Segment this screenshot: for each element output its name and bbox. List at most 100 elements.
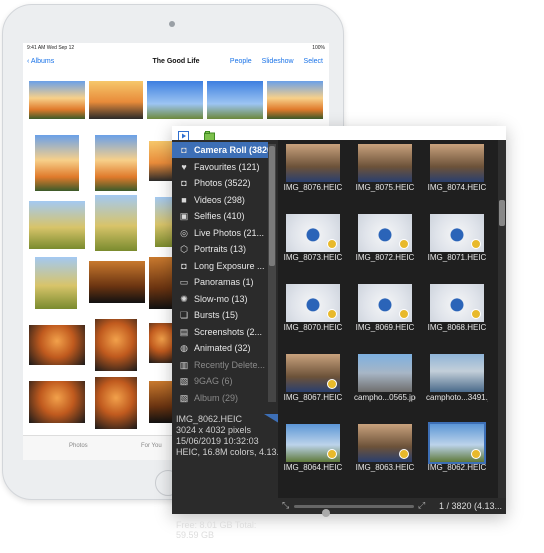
- zoom-slider[interactable]: [294, 505, 414, 517]
- thumbnail-item[interactable]: IMG_8075.HEIC: [354, 142, 416, 194]
- bottom-status-bar: ⤡ ⤢ 1 / 3820 (4.13...: [278, 498, 506, 517]
- thumbnail-caption: IMG_8062.HEIC: [427, 463, 487, 472]
- sidebar-item[interactable]: ◎ Live Photos (21...: [172, 225, 268, 241]
- album-icon: ▧: [179, 392, 189, 403]
- photo-thumbnail[interactable]: [147, 81, 203, 119]
- thumbnail-item[interactable]: IMG_8073.HEIC: [282, 212, 344, 264]
- sidebar-item[interactable]: ❏ Bursts (15): [172, 307, 268, 323]
- sidebar-item-label: Selfies (410): [194, 211, 245, 221]
- photo-thumbnail[interactable]: [89, 261, 145, 303]
- sidebar-item[interactable]: ✺ Slow-mo (13): [172, 291, 268, 307]
- photo-thumbnail[interactable]: [29, 201, 85, 249]
- sidebar-item-label: Videos (298): [194, 194, 245, 205]
- thumbnail-item[interactable]: IMG_8070.HEIC: [282, 282, 344, 334]
- people-button[interactable]: People: [230, 58, 252, 65]
- thumbnail-image[interactable]: [286, 424, 340, 462]
- photo-thumbnail[interactable]: [35, 257, 77, 309]
- thumbnail-item[interactable]: IMG_8072.HEIC: [354, 212, 416, 264]
- thumbnail-caption: IMG_8075.HEIC: [355, 183, 415, 192]
- camera-icon: ◘: [181, 145, 187, 155]
- sidebar-item[interactable]: ▧ Album (29): [172, 390, 268, 406]
- sidebar-scrollbar[interactable]: [268, 144, 276, 402]
- photo-thumbnail[interactable]: [35, 135, 79, 191]
- thumbnail-item[interactable]: campho...0565.jpg: [354, 352, 416, 404]
- thumbnail-image[interactable]: [430, 354, 484, 392]
- thumbnail-image[interactable]: [286, 144, 340, 182]
- album-sidebar: ◘ Camera Roll (3820) ♥ Favourites (121) ◘ Pho…: [172, 140, 282, 540]
- thumbnail-item[interactable]: IMG_8074.HEIC: [426, 142, 488, 194]
- thumbnail-image[interactable]: [358, 284, 412, 322]
- disk-free-status: Free: 8.01 GB Total: 59.59 GB: [176, 520, 257, 540]
- thumbnail-item[interactable]: IMG_8063.HEIC: [354, 422, 416, 474]
- photo-thumbnail[interactable]: [267, 81, 323, 119]
- select-button[interactable]: Select: [304, 58, 323, 65]
- photos-nav-bar: ‹ Albums The Good Life People Slideshow …: [23, 53, 329, 71]
- thumbnail-image[interactable]: [358, 354, 412, 392]
- thumbnail-item[interactable]: IMG_8062.HEIC: [426, 422, 488, 474]
- photo-thumbnail[interactable]: [207, 81, 263, 119]
- thumbnail-image[interactable]: [358, 214, 412, 252]
- sidebar-item-label: Album (29): [194, 392, 239, 403]
- thumbnail-item[interactable]: IMG_8068.HEIC: [426, 282, 488, 334]
- sidebar-item[interactable]: ♥ Favourites (121): [172, 159, 268, 175]
- sidebar-item[interactable]: ▣ Selfies (410): [172, 208, 268, 224]
- thumbnail-image[interactable]: [430, 214, 484, 252]
- zoom-in-icon[interactable]: ⤢: [418, 500, 425, 511]
- photo-thumbnail[interactable]: [89, 81, 143, 119]
- photo-thumbnail[interactable]: [29, 325, 85, 365]
- thumbnail-item[interactable]: camphoto...3491.jpg: [426, 352, 488, 404]
- animated-icon: ◍: [180, 343, 188, 353]
- photo-thumbnail[interactable]: [95, 319, 137, 371]
- slideshow-button[interactable]: Slideshow: [262, 58, 294, 65]
- photo-thumbnail[interactable]: [95, 195, 137, 251]
- heic-badge-icon: [471, 309, 481, 319]
- thumbnail-image[interactable]: [286, 354, 340, 392]
- sidebar-item[interactable]: ◘ Photos (3522): [172, 175, 268, 191]
- thumbnail-image[interactable]: [430, 284, 484, 322]
- thumbnail-image[interactable]: [286, 284, 340, 322]
- zoom-out-icon[interactable]: ⤡: [282, 500, 289, 511]
- thumbnail-image[interactable]: [430, 144, 484, 182]
- sidebar-item-label: Panoramas (1): [194, 277, 254, 287]
- thumbnail-item[interactable]: IMG_8069.HEIC: [354, 282, 416, 334]
- sidebar-scroll-thumb[interactable]: [269, 146, 275, 266]
- thumbnail-caption: IMG_8069.HEIC: [355, 323, 415, 332]
- photo-thumbnail[interactable]: [29, 381, 85, 423]
- thumbnail-caption: IMG_8064.HEIC: [283, 463, 343, 472]
- thumbnail-item[interactable]: IMG_8071.HEIC: [426, 212, 488, 264]
- sidebar-item[interactable]: ■ Videos (298): [172, 192, 268, 208]
- slowmo-icon: ✺: [180, 293, 188, 304]
- sidebar-item[interactable]: ◍ Animated (32): [172, 340, 268, 356]
- thumbnail-caption: IMG_8063.HEIC: [355, 463, 415, 472]
- folder-icon[interactable]: [204, 128, 215, 141]
- photo-manager-window: ◘ Camera Roll (3820) ♥ Favourites (121) ◘ Pho…: [172, 126, 506, 540]
- tab-for-you[interactable]: For You: [141, 443, 162, 449]
- sidebar-item[interactable]: ▧ 9GAG (6): [172, 373, 268, 389]
- slideshow-play-icon[interactable]: [178, 128, 189, 141]
- thumbnail-caption: IMG_8073.HEIC: [283, 253, 343, 262]
- tab-photos[interactable]: Photos: [69, 443, 88, 449]
- thumbnail-item[interactable]: IMG_8067.HEIC: [282, 352, 344, 404]
- heic-badge-icon: [399, 449, 409, 459]
- burst-icon: ❏: [179, 310, 189, 320]
- sidebar-item[interactable]: ⬡ Portraits (13): [172, 241, 268, 257]
- thumbnail-image[interactable]: [286, 214, 340, 252]
- thumbnail-image[interactable]: [358, 424, 412, 462]
- sidebar-item[interactable]: ▥ Recently Delete...: [172, 357, 268, 373]
- sidebar-item[interactable]: ◘ Camera Roll (3820): [172, 142, 268, 158]
- thumbnail-image[interactable]: [358, 144, 412, 182]
- zoom-slider-knob[interactable]: [322, 509, 330, 517]
- grid-scroll-thumb[interactable]: [499, 200, 505, 226]
- thumbnail-item[interactable]: IMG_8076.HEIC: [282, 142, 344, 194]
- sidebar-item[interactable]: ◘ Long Exposure ...: [172, 258, 268, 274]
- album-icon: ▧: [179, 376, 189, 386]
- photo-thumbnail[interactable]: [95, 377, 137, 429]
- sidebar-item[interactable]: ▭ Panoramas (1): [172, 274, 268, 290]
- grid-scrollbar[interactable]: [498, 140, 506, 498]
- thumbnail-item[interactable]: IMG_8064.HEIC: [282, 422, 344, 474]
- photo-thumbnail[interactable]: [29, 81, 85, 119]
- thumbnail-image[interactable]: [428, 422, 486, 464]
- heic-badge-icon: [399, 309, 409, 319]
- sidebar-item[interactable]: ▤ Screenshots (2...: [172, 324, 268, 340]
- photo-thumbnail[interactable]: [95, 135, 137, 191]
